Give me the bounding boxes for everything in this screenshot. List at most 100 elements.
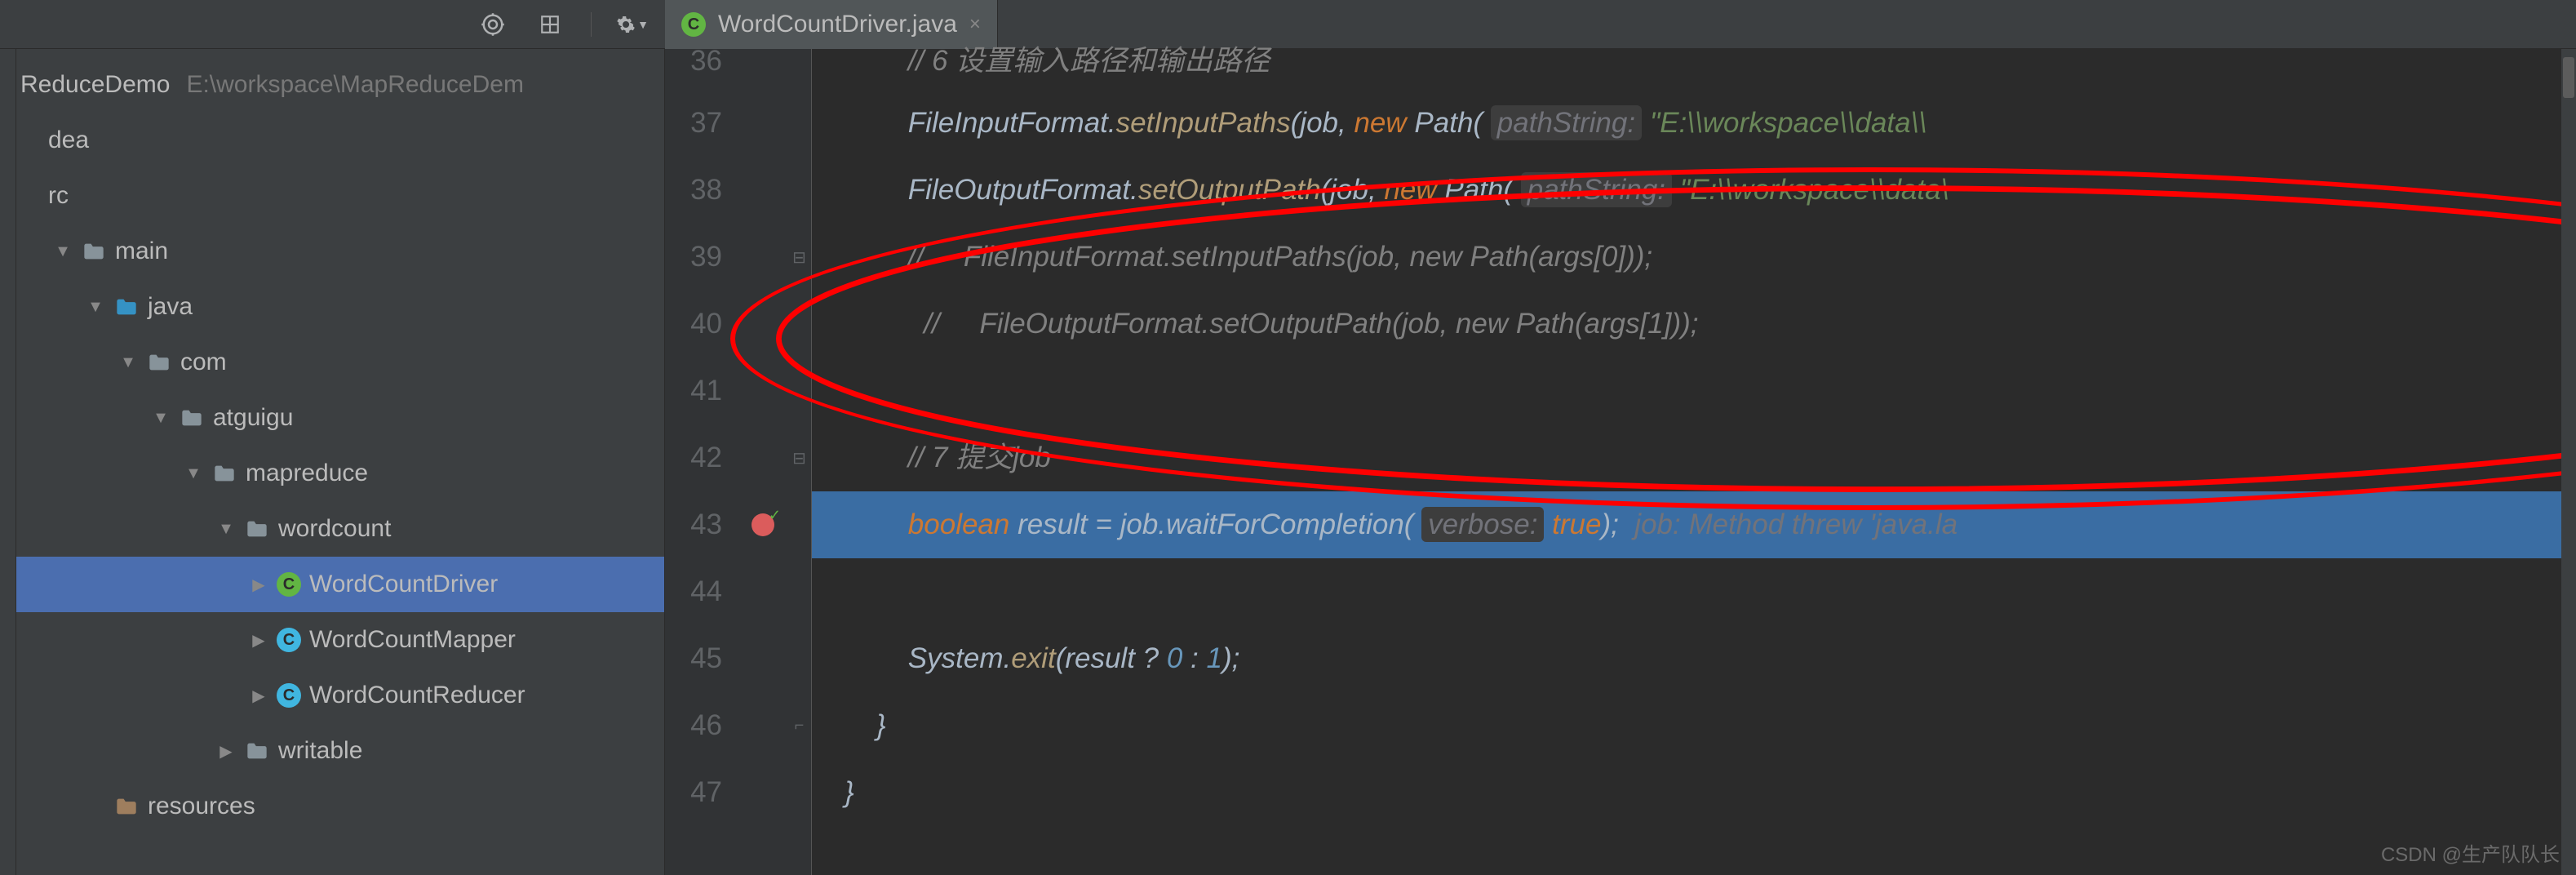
editor-area: C WordCountDriver.java × 363738394041424…: [665, 49, 2576, 875]
watermark: CSDN @生产队队长: [2381, 838, 2560, 867]
tree-item-label: dea: [48, 127, 89, 154]
gear-icon[interactable]: ▼: [616, 8, 649, 41]
folder-icon: [211, 460, 237, 486]
tree-item-writable[interactable]: ▶ writable: [16, 723, 664, 779]
tree-arrow-icon[interactable]: ▶: [216, 741, 236, 762]
target-icon[interactable]: [477, 8, 509, 41]
tree-root[interactable]: ReduceDemo E:\workspace\MapReduceDem: [16, 57, 664, 113]
folder-icon: [146, 349, 172, 375]
editor-tab[interactable]: C WordCountDriver.java ×: [665, 0, 998, 49]
code-line[interactable]: // 6 设置输入路径和输出路径: [812, 49, 2576, 90]
tree-item-rc[interactable]: rc: [16, 168, 664, 224]
tree-item-java[interactable]: ▼java: [16, 279, 664, 335]
folder-icon: [244, 516, 270, 542]
scrollbar-thumb[interactable]: [2563, 57, 2574, 98]
line-number: 36: [665, 49, 722, 90]
breakpoint-cell[interactable]: [738, 49, 787, 90]
tree-arrow-icon[interactable]: ▼: [53, 242, 73, 261]
code-line[interactable]: // 7 提交job: [812, 424, 2576, 491]
fold-cell[interactable]: ⌐: [787, 692, 811, 759]
tree-arrow-icon[interactable]: ▶: [249, 630, 268, 651]
code-line[interactable]: FileOutputFormat.setOutputPath(job, new …: [812, 157, 2576, 224]
code-line[interactable]: // FileOutputFormat.setOutputPath(job, n…: [812, 291, 2576, 358]
tree-item-main[interactable]: ▼ main: [16, 224, 664, 279]
tree-item-resources[interactable]: resources: [16, 779, 664, 834]
tree-item-wordcountdriver[interactable]: ▶CWordCountDriver: [16, 557, 664, 612]
tree-arrow-icon[interactable]: ▼: [86, 298, 105, 317]
code-line[interactable]: // FileInputFormat.setInputPaths(job, ne…: [812, 224, 2576, 291]
breakpoint-cell[interactable]: [738, 358, 787, 424]
tree-item-dea[interactable]: dea: [16, 113, 664, 168]
fold-cell[interactable]: [787, 558, 811, 625]
code-line[interactable]: }: [812, 692, 2576, 759]
tree-item-wordcountreducer[interactable]: ▶CWordCountReducer: [16, 668, 664, 723]
code-area[interactable]: 363738394041424344454647 ✓ ⊟⊟⌐ // 6 设置输入…: [665, 49, 2576, 875]
tree-arrow-icon[interactable]: ▼: [184, 464, 203, 483]
line-number: 47: [665, 759, 722, 826]
project-toolbar: ▼: [0, 0, 665, 49]
vertical-scrollbar[interactable]: [2561, 49, 2576, 875]
tree-item-label: writable: [278, 737, 362, 765]
project-tree[interactable]: ReduceDemo E:\workspace\MapReduceDem dea…: [16, 49, 665, 875]
tree-item-label: com: [180, 349, 227, 376]
close-icon[interactable]: ×: [969, 13, 981, 36]
tree-arrow-icon[interactable]: ▼: [118, 353, 138, 372]
folder-icon: [113, 793, 140, 819]
tree-item-wordcountmapper[interactable]: ▶ C WordCountMapper: [16, 612, 664, 668]
tree-item-label: WordCountReducer: [309, 682, 525, 709]
toolbar-separator: [591, 12, 592, 37]
code-line[interactable]: [812, 358, 2576, 424]
fold-gutter[interactable]: ⊟ ⊟ ⌐: [787, 49, 812, 875]
fold-cell[interactable]: [787, 491, 811, 558]
code-line[interactable]: FileInputFormat.setInputPaths(job, new P…: [812, 90, 2576, 157]
tree-arrow-icon[interactable]: ▶: [249, 686, 268, 706]
tree-item-label: rc: [48, 182, 69, 210]
tree-item-wordcount[interactable]: ▼ wordcount: [16, 501, 664, 557]
tree-arrow-icon[interactable]: ▼: [151, 409, 171, 428]
fold-cell[interactable]: [787, 90, 811, 157]
breakpoint-cell[interactable]: [738, 759, 787, 826]
breakpoint-cell[interactable]: [738, 692, 787, 759]
breakpoint-cell[interactable]: ✓: [738, 491, 787, 558]
folder-icon: [179, 405, 205, 431]
tree-root-label: ReduceDemo: [20, 71, 170, 99]
tree-arrow-icon[interactable]: ▶: [249, 575, 268, 595]
fold-cell[interactable]: [787, 759, 811, 826]
breakpoint-cell[interactable]: [738, 291, 787, 358]
folder-icon: [81, 238, 107, 264]
fold-cell[interactable]: [787, 291, 811, 358]
code-line[interactable]: [812, 558, 2576, 625]
fold-cell[interactable]: ⊟: [787, 224, 811, 291]
breakpoint-cell[interactable]: [738, 90, 787, 157]
tree-item-label: atguigu: [213, 404, 293, 432]
tree-item-label: WordCountMapper: [309, 626, 516, 654]
expand-icon[interactable]: [534, 8, 566, 41]
tree-item-atguigu[interactable]: ▼ atguigu: [16, 390, 664, 446]
breakpoint-cell[interactable]: [738, 558, 787, 625]
fold-cell[interactable]: [787, 157, 811, 224]
code-line[interactable]: boolean result = job.waitForCompletion( …: [812, 491, 2576, 558]
tree-item-label: wordcount: [278, 515, 391, 543]
breakpoint-cell[interactable]: [738, 224, 787, 291]
tree-item-mapreduce[interactable]: ▼mapreduce: [16, 446, 664, 501]
fold-cell[interactable]: [787, 625, 811, 692]
tree-arrow-icon[interactable]: ▼: [216, 520, 236, 539]
breakpoint-gutter[interactable]: ✓: [738, 49, 787, 875]
breakpoint-cell[interactable]: [738, 625, 787, 692]
fold-cell[interactable]: [787, 49, 811, 90]
tree-item-label: main: [115, 238, 168, 265]
tree-item-com[interactable]: ▼ com: [16, 335, 664, 390]
breakpoint-icon[interactable]: ✓: [752, 513, 774, 536]
tab-file-icon: C: [681, 12, 706, 37]
fold-cell[interactable]: [787, 358, 811, 424]
tab-bar: C WordCountDriver.java ×: [665, 0, 2576, 49]
code-line[interactable]: }: [812, 759, 2576, 826]
fold-cell[interactable]: ⊟: [787, 424, 811, 491]
code-content[interactable]: // 6 设置输入路径和输出路径 FileInputFormat.setInpu…: [812, 49, 2576, 875]
line-number: 38: [665, 157, 722, 224]
breakpoint-cell[interactable]: [738, 424, 787, 491]
class-icon: C: [277, 572, 301, 597]
code-line[interactable]: System.exit(result ? 0 : 1);: [812, 625, 2576, 692]
breakpoint-cell[interactable]: [738, 157, 787, 224]
class-icon: C: [277, 628, 301, 652]
